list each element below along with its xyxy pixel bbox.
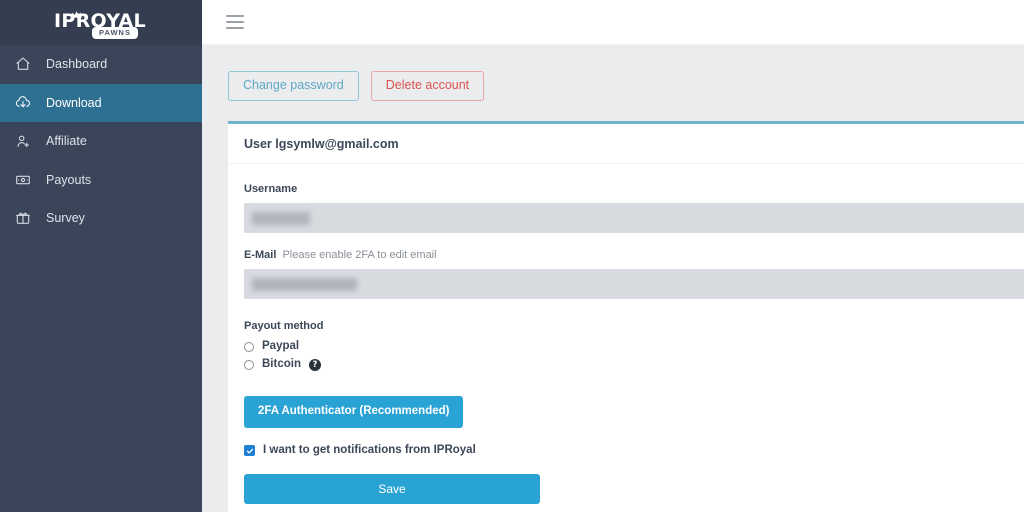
notifications-label: I want to get notifications from IPRoyal: [263, 444, 476, 456]
delete-account-button[interactable]: Delete account: [370, 71, 485, 101]
page-content: Change password Delete account User lgsy…: [202, 45, 1024, 512]
notifications-row[interactable]: I want to get notifications from IPRoyal: [244, 444, 1024, 457]
question-mark-icon[interactable]: ?: [308, 358, 321, 371]
radio-bitcoin[interactable]: [244, 359, 254, 370]
twofa-row: 2FA Authenticator (Recommended): [244, 377, 1024, 428]
sidebar-item-download[interactable]: Download: [0, 83, 202, 122]
main-region: Change password Delete account User lgsy…: [202, 0, 1024, 512]
email-input[interactable]: [244, 269, 1024, 299]
payout-option-bitcoin[interactable]: Bitcoin ?: [244, 357, 1024, 371]
home-icon: [12, 53, 34, 75]
sidebar: IPROYAL PAWNS Dashboard Download Affilia…: [0, 0, 202, 512]
page-title: User lgsymlw@gmail.com: [244, 136, 399, 151]
hamburger-bar: [226, 27, 244, 29]
account-action-buttons: Change password Delete account: [228, 71, 1024, 101]
email-label-text: E-Mail: [244, 249, 277, 261]
notifications-checkbox[interactable]: [244, 445, 255, 457]
banknote-icon: [12, 169, 34, 191]
hamburger-bar: [226, 15, 244, 17]
brand-badge: PAWNS: [92, 26, 138, 39]
user-plus-icon: [12, 130, 34, 152]
email-field-group: E-Mail Please enable 2FA to edit email: [244, 250, 1024, 299]
sidebar-item-label: Dashboard: [46, 57, 108, 71]
save-button[interactable]: Save: [244, 473, 540, 504]
username-label: Username: [244, 183, 298, 195]
sidebar-item-label: Download: [46, 95, 102, 110]
change-password-button[interactable]: Change password: [228, 71, 359, 101]
redacted-username-value: [252, 211, 310, 225]
radio-paypal[interactable]: [244, 341, 254, 352]
app-root: IPROYAL PAWNS Dashboard Download Affilia…: [0, 0, 1024, 512]
email-label: E-Mail Please enable 2FA to edit email: [244, 250, 1024, 261]
cloud-download-icon: [12, 92, 34, 114]
username-input[interactable]: [244, 203, 1024, 233]
card-header: User lgsymlw@gmail.com: [228, 124, 1024, 164]
twofa-authenticator-button[interactable]: 2FA Authenticator (Recommended): [244, 395, 464, 428]
sidebar-item-affiliate[interactable]: Affiliate: [0, 122, 202, 161]
checkmark-icon: [246, 448, 253, 454]
logo-wrap: IPROYAL PAWNS: [40, 3, 162, 43]
sidebar-item-label: Payouts: [46, 172, 92, 187]
sidebar-nav: Dashboard Download Affiliate Payouts Sur…: [0, 45, 202, 238]
radio-bitcoin-label: Bitcoin: [262, 357, 301, 370]
topbar: [202, 0, 1024, 45]
sidebar-item-dashboard[interactable]: Dashboard: [0, 45, 202, 84]
email-hint-text: Please enable 2FA to edit email: [282, 249, 437, 261]
payout-option-paypal[interactable]: Paypal: [244, 340, 1024, 353]
username-field-group: Username: [244, 184, 1024, 233]
radio-paypal-label: Paypal: [262, 340, 300, 352]
gift-icon: [12, 207, 34, 229]
account-settings-card: User lgsymlw@gmail.com Username E-Mail P…: [228, 120, 1024, 512]
sidebar-item-label: Survey: [46, 211, 85, 225]
card-body: Username E-Mail Please enable 2FA to edi…: [228, 164, 1024, 512]
redacted-email-value: [252, 277, 357, 291]
hamburger-bar: [226, 21, 244, 23]
hamburger-menu-icon[interactable]: [226, 15, 244, 29]
sidebar-item-payouts[interactable]: Payouts: [0, 161, 202, 200]
payout-method-label: Payout method: [244, 320, 324, 332]
sidebar-item-label: Affiliate: [46, 134, 87, 148]
sidebar-item-survey[interactable]: Survey: [0, 199, 202, 238]
brand-logo[interactable]: IPROYAL PAWNS: [0, 0, 202, 45]
